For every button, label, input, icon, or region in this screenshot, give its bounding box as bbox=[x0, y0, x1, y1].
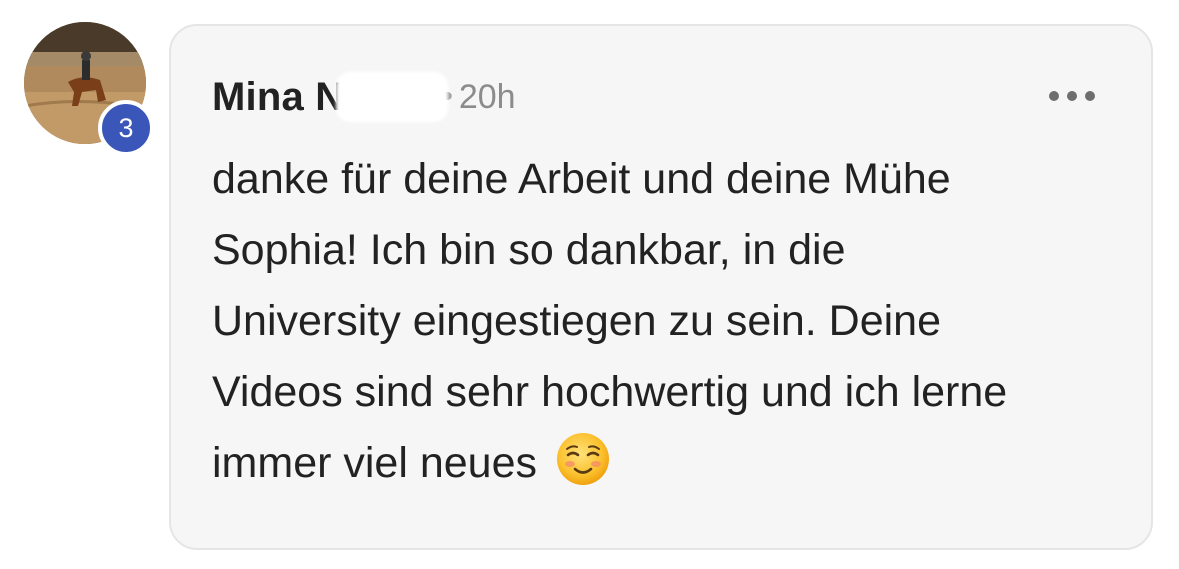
smiling-face-icon bbox=[556, 433, 609, 485]
comment-text-line: Sophia! Ich bin so dankbar, in die bbox=[212, 226, 846, 274]
ellipsis-dot bbox=[1085, 91, 1095, 101]
level-badge: 3 bbox=[98, 100, 154, 156]
comment-timestamp[interactable]: 20h bbox=[459, 78, 516, 117]
author-avatar-group[interactable]: 3 bbox=[24, 22, 154, 156]
comment-text-line-last: immer viel neues bbox=[212, 428, 1132, 499]
ellipsis-horizontal-icon bbox=[1049, 91, 1059, 101]
author-name[interactable]: Mina N bbox=[212, 75, 344, 120]
ellipsis-dot bbox=[1067, 91, 1077, 101]
comment-text-line: University eingestiegen zu sein. Deine bbox=[212, 297, 942, 345]
comment-text-line: Videos sind sehr hochwertig und ich lern… bbox=[212, 368, 1008, 416]
comment-header: Mina N • 20h bbox=[212, 70, 516, 124]
comment-card: Mina N • 20h danke für deine Arbeit und … bbox=[169, 24, 1153, 550]
more-options-button[interactable] bbox=[1049, 84, 1095, 108]
comment-text: danke für deine Arbeit und deine Mühe So… bbox=[212, 144, 1132, 499]
redaction-mask bbox=[336, 72, 449, 122]
comment-text-line: danke für deine Arbeit und deine Mühe bbox=[212, 155, 951, 203]
comment-text-line: immer viel neues bbox=[212, 439, 537, 487]
